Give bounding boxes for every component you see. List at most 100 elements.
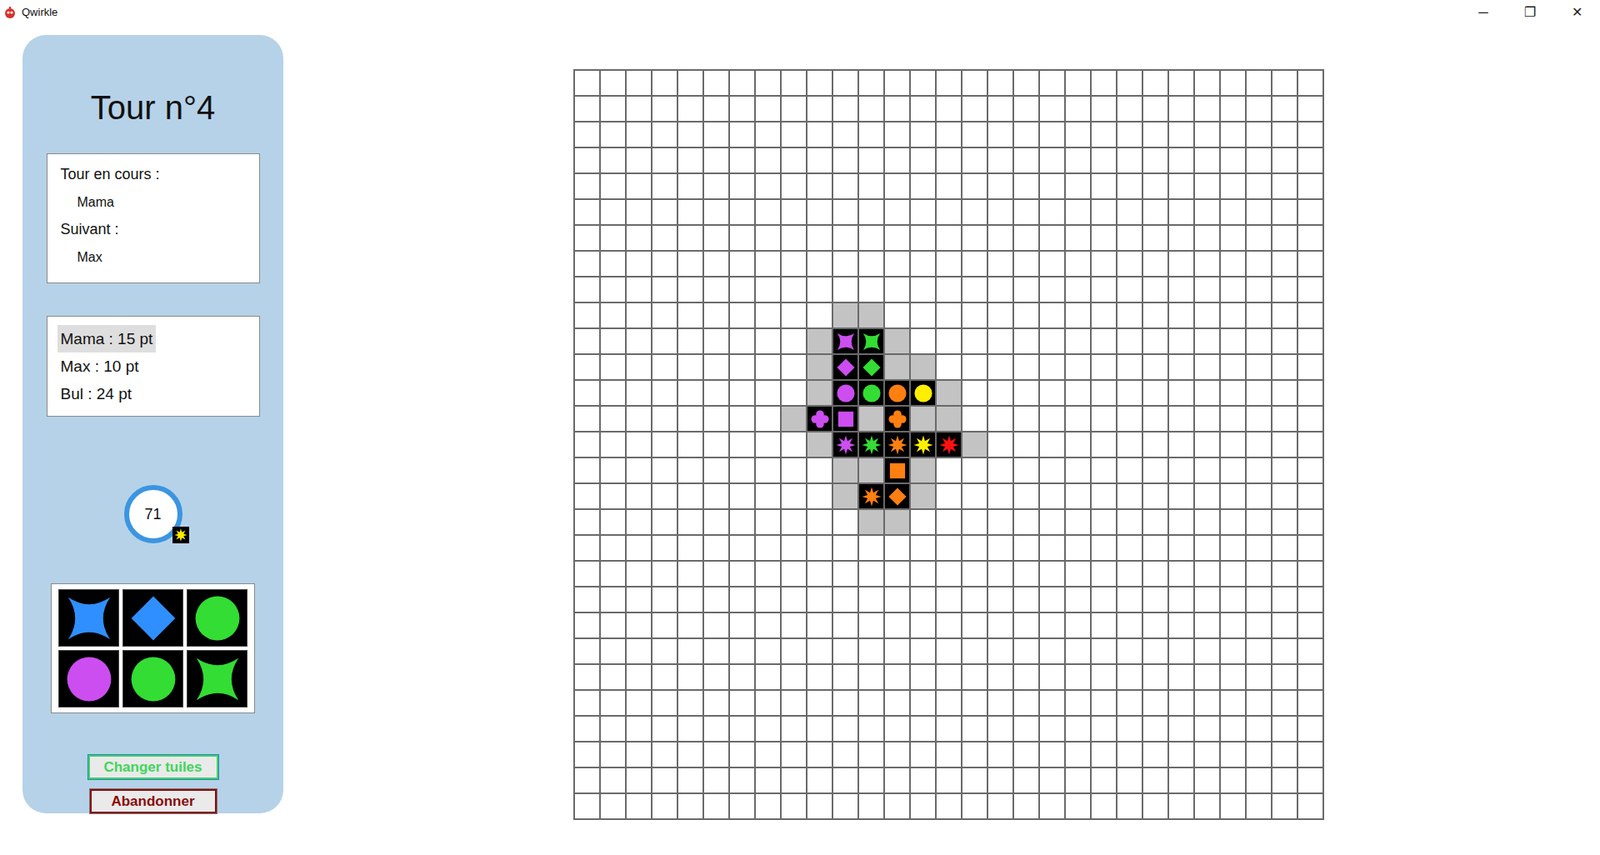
board-cell[interactable]	[1065, 303, 1092, 330]
board-cell[interactable]	[807, 742, 834, 769]
board-cell[interactable]	[575, 510, 601, 536]
board-cell[interactable]	[1169, 458, 1195, 485]
board-cell[interactable]	[988, 587, 1015, 614]
board-cell[interactable]	[936, 200, 963, 226]
board-cell[interactable]	[781, 484, 808, 510]
board-cell[interactable]	[626, 70, 653, 97]
board-cell[interactable]	[1091, 535, 1118, 562]
board-cell[interactable]	[1298, 665, 1325, 691]
board-cell[interactable]	[1117, 561, 1144, 588]
board-cell[interactable]	[1298, 535, 1325, 562]
board-cell[interactable]	[1014, 716, 1040, 743]
board-cell[interactable]	[678, 96, 705, 123]
board-cell[interactable]	[1169, 535, 1195, 562]
board-cell[interactable]	[1014, 303, 1040, 330]
board-cell[interactable]	[652, 742, 679, 769]
board-cell[interactable]	[859, 277, 885, 304]
board-cell[interactable]	[626, 277, 653, 304]
board-cell[interactable]	[1246, 122, 1273, 149]
board-cell[interactable]	[833, 96, 860, 123]
board-cell[interactable]	[885, 613, 911, 640]
board-cell[interactable]	[626, 200, 653, 226]
board-cell[interactable]	[1195, 200, 1221, 226]
board-cell[interactable]	[600, 613, 627, 640]
board-cell[interactable]	[600, 200, 627, 226]
board-cell[interactable]	[678, 148, 705, 175]
board-cell[interactable]	[678, 639, 705, 665]
board-cell[interactable]	[1272, 380, 1299, 407]
board-cell[interactable]	[704, 303, 730, 330]
board-cell[interactable]	[1246, 380, 1273, 407]
board-cell[interactable]	[626, 380, 653, 407]
board-cell[interactable]	[1220, 794, 1247, 820]
board-cell[interactable]	[1143, 613, 1170, 640]
board-cell[interactable]	[781, 716, 808, 743]
board-cell[interactable]	[962, 561, 989, 588]
board-cell[interactable]	[936, 768, 963, 795]
board-cell[interactable]	[910, 200, 937, 226]
board-cell[interactable]	[1246, 174, 1273, 200]
board-cell[interactable]	[1246, 665, 1273, 691]
board-cell[interactable]	[781, 355, 808, 381]
board-cell[interactable]	[575, 639, 601, 665]
board-cell[interactable]	[1169, 665, 1195, 691]
board-cell[interactable]	[1143, 380, 1170, 407]
board-cell[interactable]	[704, 690, 730, 717]
board-cell[interactable]	[936, 251, 963, 278]
board-cell[interactable]	[807, 303, 834, 330]
board-cell[interactable]	[755, 665, 782, 691]
board-cell[interactable]	[1143, 174, 1170, 200]
board-cell[interactable]	[1220, 561, 1247, 588]
board-cell[interactable]	[755, 510, 782, 536]
board-cell[interactable]	[1169, 613, 1195, 640]
board-cell[interactable]	[600, 587, 627, 614]
board-cell[interactable]	[962, 510, 989, 536]
board-cell[interactable]	[1272, 458, 1299, 485]
board-cell[interactable]	[781, 613, 808, 640]
board-cell[interactable]	[807, 665, 834, 691]
board-cell[interactable]	[1169, 587, 1195, 614]
board-cell[interactable]	[1014, 355, 1040, 381]
board-cell[interactable]	[1195, 639, 1221, 665]
board-cell[interactable]	[781, 665, 808, 691]
board-cell[interactable]	[1143, 535, 1170, 562]
board-cell[interactable]	[652, 303, 679, 330]
board-cell[interactable]	[988, 665, 1015, 691]
board-cell[interactable]	[755, 794, 782, 820]
board-cell[interactable]	[704, 458, 730, 485]
board-cell[interactable]	[833, 174, 860, 200]
board-cell[interactable]	[1169, 148, 1195, 175]
board-cell[interactable]	[1040, 665, 1066, 691]
board-cell[interactable]	[807, 148, 834, 175]
board-cell[interactable]	[575, 329, 601, 355]
board-cell[interactable]	[678, 122, 705, 149]
board-cell[interactable]	[1272, 70, 1299, 97]
board-cell[interactable]	[885, 561, 911, 588]
board-cell[interactable]	[859, 122, 885, 149]
board-cell[interactable]	[1272, 716, 1299, 743]
board-cell[interactable]	[1014, 200, 1040, 226]
board-cell[interactable]	[859, 587, 885, 614]
board-cell[interactable]	[652, 690, 679, 717]
board-cell[interactable]	[1169, 484, 1195, 510]
board-cell[interactable]	[652, 406, 679, 433]
board-cell[interactable]	[781, 432, 808, 459]
board-cell[interactable]	[755, 355, 782, 381]
board-cell[interactable]	[600, 768, 627, 795]
board-cell[interactable]	[936, 277, 963, 304]
board-cell[interactable]	[910, 613, 937, 640]
board-cell[interactable]	[730, 70, 756, 97]
board-cell[interactable]	[1272, 225, 1299, 252]
board-cell[interactable]	[1272, 665, 1299, 691]
board-cell[interactable]	[652, 70, 679, 97]
board-cell[interactable]	[807, 458, 834, 485]
board-cell[interactable]	[626, 587, 653, 614]
board-cell[interactable]	[626, 716, 653, 743]
board-cell[interactable]	[1143, 742, 1170, 769]
hint-cell[interactable]	[936, 380, 963, 407]
board-cell[interactable]	[626, 174, 653, 200]
board-cell[interactable]	[1272, 742, 1299, 769]
board-cell[interactable]	[626, 535, 653, 562]
board-cell[interactable]	[910, 251, 937, 278]
board-cell[interactable]	[962, 380, 989, 407]
